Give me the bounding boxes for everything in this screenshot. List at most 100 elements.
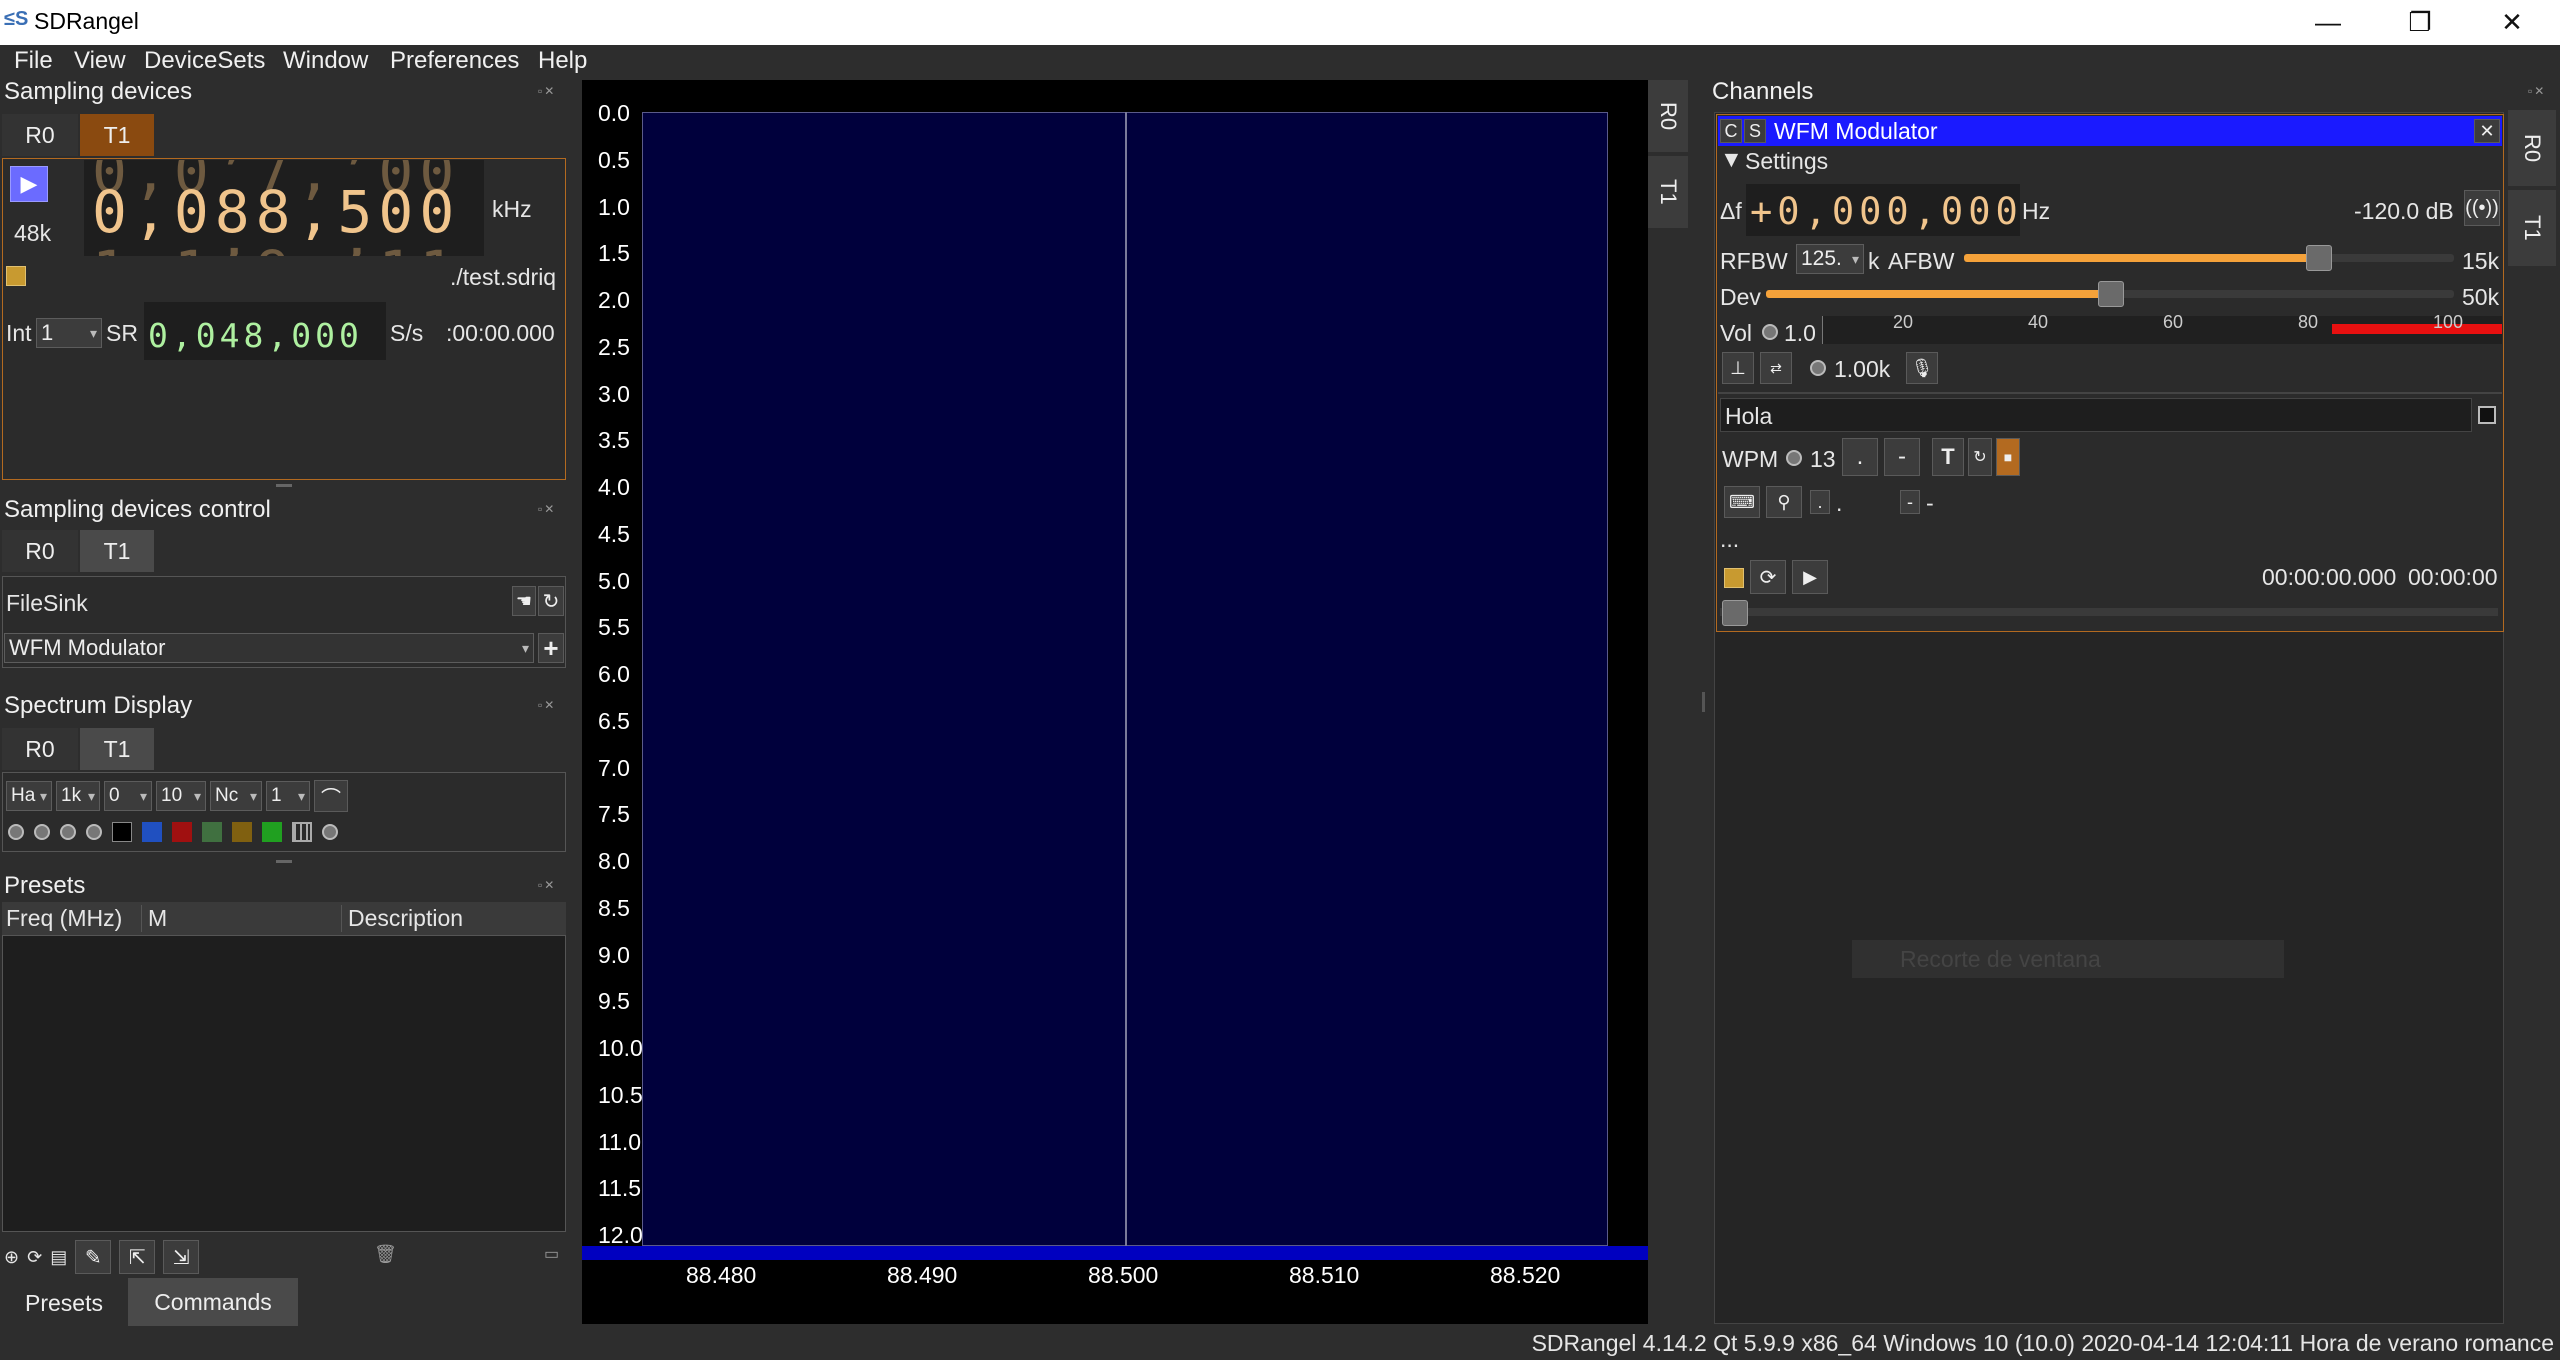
tone-knob-icon[interactable] (1810, 360, 1826, 376)
dot-button[interactable]: . (1842, 438, 1878, 476)
knob-icon[interactable] (8, 824, 24, 840)
keyboard-icon[interactable]: ⌨ (1724, 486, 1760, 518)
tab-commands[interactable]: Commands (128, 1278, 298, 1326)
dock-float-close-icon[interactable]: ▫✕ (538, 878, 556, 892)
tone-icon[interactable]: ⇄ (1760, 352, 1792, 384)
hand-icon[interactable]: ☚ (512, 586, 536, 616)
sample-rate-value[interactable]: 0,048,000 (148, 316, 363, 355)
settings-collapse-icon[interactable]: ▼ (1720, 146, 1743, 173)
position-slider-handle[interactable] (1722, 600, 1748, 626)
col-freq[interactable]: Freq (MHz) (2, 905, 142, 932)
current-icon[interactable] (202, 822, 222, 842)
ref-level-combo[interactable]: 0 (104, 781, 152, 811)
kb-dash-button[interactable]: - (1900, 490, 1920, 514)
afbw-slider-handle[interactable] (2306, 245, 2332, 271)
play-loop-icon[interactable]: ⟳ (1750, 560, 1786, 594)
histogram-icon[interactable] (232, 822, 252, 842)
menu-window[interactable]: Window (283, 47, 368, 75)
side-tab-t1[interactable]: T1 (1648, 156, 1688, 228)
loop-icon[interactable]: ↻ (1968, 438, 1992, 476)
delete-icon[interactable]: 🗑 (374, 1244, 397, 1265)
tab-t1[interactable]: T1 (80, 114, 154, 156)
splitter-handle[interactable] (1702, 692, 1705, 712)
save-preset-icon[interactable]: ▤ (50, 1247, 67, 1268)
minimize-button[interactable]: — (2282, 0, 2374, 45)
wpm-knob-icon[interactable] (1786, 450, 1802, 466)
splitter-handle[interactable] (276, 484, 292, 487)
play-icon[interactable]: ▶ (1792, 560, 1828, 594)
close-button[interactable]: ✕ (2466, 0, 2558, 45)
black-bg-icon[interactable] (112, 822, 132, 842)
menu-preferences[interactable]: Preferences (390, 47, 519, 75)
dock-float-close-icon[interactable]: ▫✕ (2528, 84, 2546, 98)
t-button[interactable]: T (1932, 438, 1964, 476)
kb-dot-button[interactable]: . (1810, 490, 1830, 514)
dev-slider-handle[interactable] (2098, 281, 2124, 307)
position-slider[interactable] (1720, 608, 2498, 616)
fft-size-combo[interactable]: 1k (56, 781, 100, 811)
col-description[interactable]: Description (342, 905, 463, 932)
side-tab-r0[interactable]: R0 (1648, 80, 1688, 152)
dock-float-close-icon[interactable]: ▫✕ (538, 502, 556, 516)
ptt-icon[interactable]: ⊥ (1722, 352, 1754, 384)
tab-t1[interactable]: T1 (80, 530, 154, 572)
play-icon[interactable]: ▶ (10, 166, 48, 202)
menu-view[interactable]: View (74, 47, 126, 75)
int-combo[interactable]: 1 (36, 318, 102, 348)
tab-r0[interactable]: R0 (2, 530, 78, 572)
side-tab-t1[interactable]: T1 (2508, 190, 2556, 266)
side-tab-r0[interactable]: R0 (2508, 110, 2556, 186)
grid-intensity-icon[interactable] (322, 824, 338, 840)
grid-icon[interactable] (292, 822, 312, 842)
max-hold-icon[interactable] (172, 822, 192, 842)
channel-combo[interactable]: WFM Modulator (4, 633, 534, 663)
stop-icon[interactable]: ■ (1996, 438, 2020, 476)
knob-icon[interactable] (86, 824, 102, 840)
antenna-icon[interactable]: ((•)) (2464, 190, 2500, 226)
sample-rate-dial[interactable]: 0,048,000 (144, 302, 386, 360)
import-icon[interactable]: ⇲ (163, 1240, 200, 1274)
edit-icon[interactable]: ✎ (75, 1240, 112, 1274)
knob-icon[interactable] (34, 824, 50, 840)
curve-icon[interactable]: ⌒ (314, 780, 348, 812)
volume-knob-icon[interactable] (1762, 324, 1778, 340)
load-icon[interactable]: ▭ (544, 1244, 559, 1264)
cw-checkbox[interactable] (2478, 406, 2496, 424)
splitter-handle[interactable] (276, 860, 292, 863)
open-file-icon[interactable] (1724, 568, 1744, 588)
range-combo[interactable]: 10 (156, 781, 206, 811)
window-combo[interactable]: Ha (6, 781, 52, 811)
tab-t1[interactable]: T1 (80, 728, 154, 770)
df-dial[interactable]: +0,000,000 (1746, 184, 2020, 236)
dock-float-close-icon[interactable]: ▫✕ (538, 84, 556, 98)
tab-r0[interactable]: R0 (2, 114, 78, 156)
channel-marker-icon[interactable] (262, 822, 282, 842)
dash-button[interactable]: - (1884, 438, 1920, 476)
df-value[interactable]: +0,000,000 (1750, 190, 2020, 233)
frequency-value[interactable]: 0,088,500 (92, 178, 460, 246)
col-mode[interactable]: M (142, 905, 342, 932)
frequency-dial[interactable]: 0,0ʼ7,ʼ00 0,088,500 1,1ʼ9,ʼ11 (84, 160, 484, 256)
decay-combo[interactable]: 1 (266, 781, 310, 811)
channel-close-icon[interactable]: ✕ (2474, 119, 2500, 143)
s-button[interactable]: S (1744, 119, 1766, 143)
open-file-icon[interactable] (6, 266, 26, 286)
restore-button[interactable]: ❐ (2374, 0, 2466, 45)
cw-text-input[interactable]: Hola (1720, 398, 2472, 432)
export-icon[interactable]: ⇱ (119, 1240, 156, 1274)
menu-devicesets[interactable]: DeviceSets (144, 47, 265, 75)
new-preset-icon[interactable]: ⊕ (4, 1247, 19, 1268)
rfbw-combo[interactable]: 125. (1796, 244, 1864, 274)
menu-help[interactable]: Help (538, 47, 587, 75)
microphone-icon[interactable]: 🎙 (1906, 352, 1938, 384)
afbw-slider[interactable] (1964, 254, 2454, 262)
reload-icon[interactable]: ↻ (538, 586, 564, 616)
c-button[interactable]: C (1720, 119, 1742, 143)
tab-r0[interactable]: R0 (2, 728, 78, 770)
menu-file[interactable]: File (14, 47, 53, 75)
presets-list[interactable] (2, 902, 566, 1232)
morse-key-icon[interactable]: ⚲ (1766, 486, 1802, 518)
update-preset-icon[interactable]: ⟳ (27, 1247, 42, 1268)
tab-presets[interactable]: Presets (0, 1280, 128, 1326)
averaging-combo[interactable]: Nc (210, 781, 262, 811)
